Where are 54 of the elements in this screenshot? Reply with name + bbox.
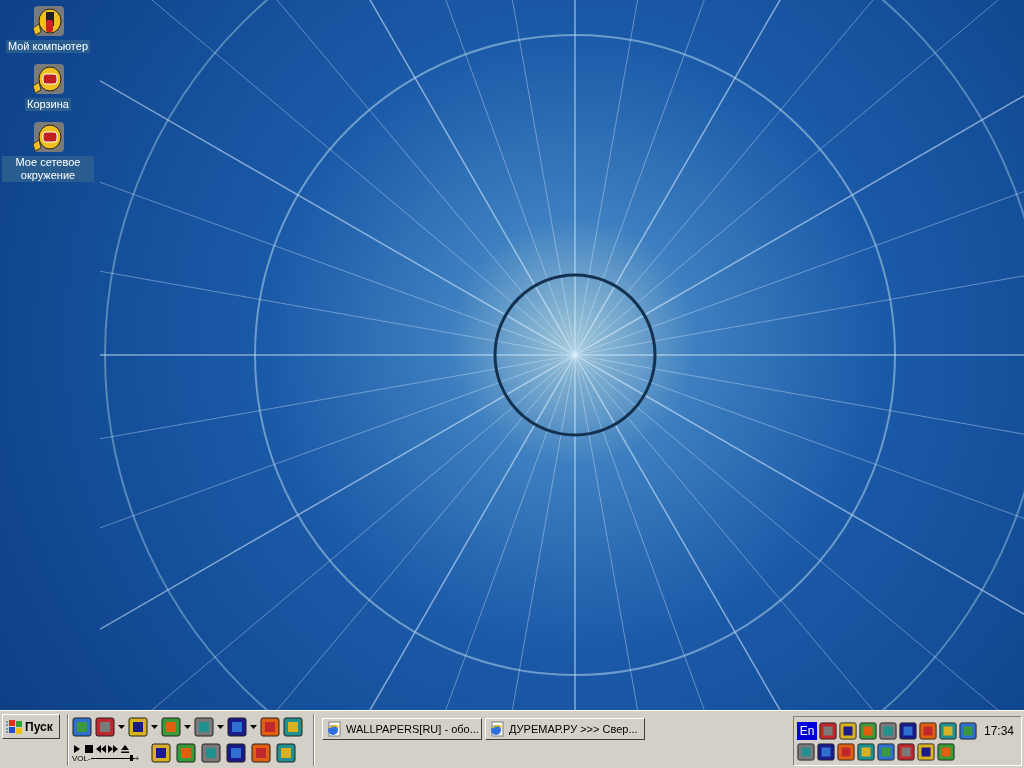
app-icon[interactable] [151, 743, 171, 763]
caret-icon[interactable] [217, 725, 224, 729]
caret-icon[interactable] [250, 725, 257, 729]
app-icon[interactable] [817, 742, 835, 761]
app-icon[interactable] [194, 717, 214, 737]
clock[interactable]: 17:34 [983, 721, 1014, 740]
caret-icon[interactable] [184, 725, 191, 729]
app-icon[interactable] [959, 721, 977, 740]
desktop-icon-label[interactable]: Мое сетевое окружение [2, 156, 94, 182]
app-icon[interactable] [283, 717, 303, 737]
rewind-icon[interactable] [96, 744, 106, 754]
cartoon-face-icon[interactable] [31, 4, 65, 38]
volume-label: VOL- [72, 753, 91, 763]
volume-thumb[interactable] [130, 755, 134, 761]
desktop-icon-label[interactable]: Мой компьютер [5, 40, 91, 53]
app-icon[interactable] [226, 743, 246, 763]
eject-icon[interactable] [120, 744, 130, 754]
language-indicator[interactable]: En [797, 721, 817, 740]
app-icon[interactable] [857, 742, 875, 761]
app-icon[interactable] [201, 743, 221, 763]
volume-plus-label: + [134, 753, 140, 763]
app-icon[interactable] [176, 743, 196, 763]
app-icon[interactable] [128, 717, 148, 737]
volume-slider[interactable] [90, 755, 135, 761]
app-icon[interactable] [260, 717, 280, 737]
browser-page-icon [489, 721, 505, 737]
app-icon[interactable] [917, 742, 935, 761]
app-icon[interactable] [797, 742, 815, 761]
app-icon[interactable] [897, 742, 915, 761]
stop-icon[interactable] [84, 744, 94, 754]
cartoon-face-icon[interactable] [31, 120, 65, 154]
fast-forward-icon[interactable] [108, 744, 118, 754]
app-icon[interactable] [276, 743, 296, 763]
app-icon[interactable] [227, 717, 247, 737]
app-icon[interactable] [839, 721, 857, 740]
play-icon[interactable] [72, 744, 82, 754]
app-icon[interactable] [72, 717, 92, 737]
app-icon[interactable] [95, 717, 115, 737]
cartoon-face-icon[interactable] [31, 62, 65, 96]
app-icon[interactable] [939, 721, 957, 740]
task-button[interactable]: ДУРЕМАР.РУ >>> Свер... [485, 718, 645, 740]
windows-logo-icon [6, 719, 22, 734]
browser-page-icon [326, 721, 342, 737]
caret-icon[interactable] [151, 725, 158, 729]
app-icon[interactable] [161, 717, 181, 737]
start-button[interactable]: Пуск [2, 714, 60, 739]
desktop-icon-label[interactable]: Корзина [25, 98, 71, 111]
app-icon[interactable] [879, 721, 897, 740]
app-icon[interactable] [899, 721, 917, 740]
app-icon[interactable] [877, 742, 895, 761]
task-button[interactable]: WALLPAPERS[RU] - обо... [322, 718, 482, 740]
caret-icon[interactable] [118, 725, 125, 729]
app-icon[interactable] [819, 721, 837, 740]
app-icon[interactable] [251, 743, 271, 763]
